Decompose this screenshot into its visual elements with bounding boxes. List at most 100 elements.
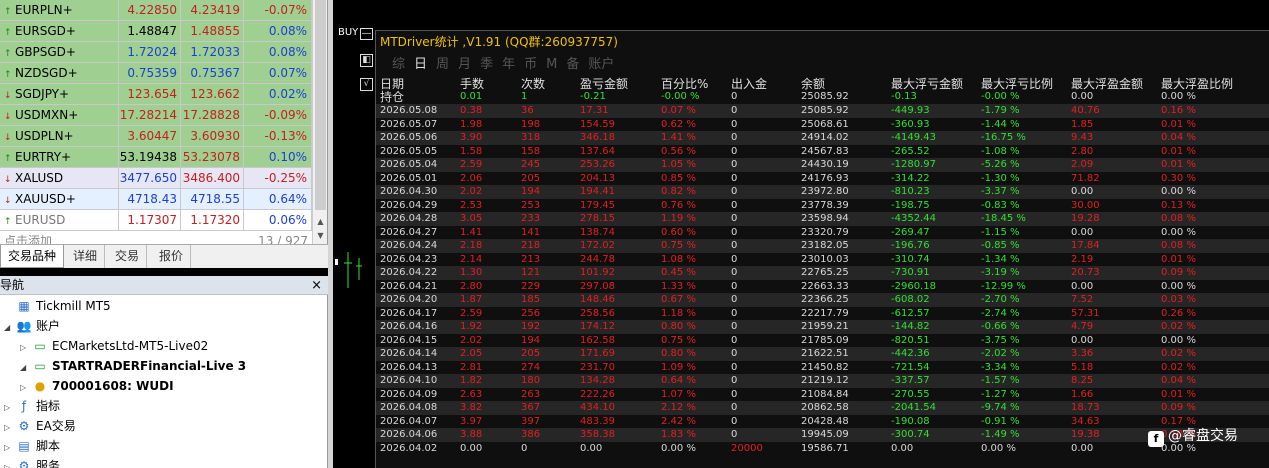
period-tab[interactable]: 月 — [458, 53, 471, 72]
table-cell: 0.02 % — [1161, 348, 1196, 359]
table-cell: 0.82 % — [661, 186, 696, 197]
table-cell: 231.70 — [580, 361, 615, 373]
table-cell: 263 — [521, 388, 541, 400]
buy-label[interactable]: BUY — [338, 27, 358, 38]
navigator-item[interactable]: ▷ ⚙ 服务 — [4, 456, 60, 468]
period-tab[interactable]: 账户 — [588, 53, 614, 72]
symbol-count: 13 / 927 — [258, 234, 308, 244]
close-icon[interactable]: × — [311, 276, 322, 295]
add-symbol-row[interactable]: 点击添加 13 / 927 — [0, 231, 312, 244]
tab-ticks[interactable]: 报价 — [152, 245, 192, 268]
table-cell: -1.30 % — [981, 172, 1020, 184]
table-cell: 0 — [731, 145, 738, 157]
table-cell: 1.05 % — [661, 159, 696, 170]
table-cell: 5.18 — [1071, 361, 1094, 373]
symbol-row[interactable]: ↓ USDMXN+ 17.28214 17.28828 -0.09% — [0, 105, 312, 126]
daily-change: -0.07% — [244, 0, 312, 21]
check-button[interactable]: √ — [360, 78, 373, 91]
table-cell: 138.74 — [580, 226, 615, 238]
toggle-panel-button[interactable]: ◧ — [360, 54, 373, 67]
navigator-item[interactable]: ◢ ▭ STARTRADERFinancial-Live 3 — [20, 356, 246, 376]
symbol-row[interactable]: ↓ XALUSD 3477.650 3486.400 -0.25% — [0, 168, 312, 189]
navigator-item[interactable]: ▷ ƒ 指标 — [4, 396, 60, 416]
table-cell: 0 — [731, 294, 738, 305]
period-tab[interactable]: 币 — [524, 53, 537, 72]
table-cell: 2026.04.28 — [380, 213, 438, 224]
table-cell: 19586.71 — [801, 442, 849, 454]
period-tab[interactable]: M — [546, 57, 557, 72]
scroll-down-arrow-icon[interactable]: ▼ — [315, 230, 326, 241]
table-cell: 0.00 % — [661, 442, 696, 454]
tab-trading[interactable]: 交易 — [108, 245, 148, 268]
navigator-item[interactable]: ▷ ● 700001608: WUDI — [20, 376, 174, 396]
scrollbar-thumb[interactable] — [315, 0, 326, 210]
scroll-up-arrow-icon[interactable]: ▲ — [315, 216, 326, 227]
symbol-row[interactable]: ↑ EURTRY+ 53.19438 53.23078 0.10% — [0, 147, 312, 168]
table-row: 2026.04.06 3.88 386 358.38 1.83 % 0 19945.09 -3… — [376, 428, 1269, 442]
expand-toggle-icon[interactable]: ▷ — [20, 378, 32, 398]
table-cell: 0.00 — [1071, 226, 1094, 238]
navigator-panel: 导航 × ▦ Tickmill MT5 ◢ 👥 账户 ▷ ▭ ECMarketsLtd-MT5… — [0, 276, 328, 468]
symbol-name: XALUSD — [15, 171, 64, 185]
table-cell: -0.00 % — [981, 91, 1020, 102]
table-cell: 2.02 — [460, 334, 483, 346]
table-cell: 2026.04.29 — [380, 199, 438, 211]
symbol-row[interactable]: ↓ USDPLN+ 3.60447 3.60930 -0.13% — [0, 126, 312, 147]
table-cell: 2026.04.08 — [380, 402, 438, 413]
navigator-item[interactable]: ▷ ▤ 脚本 — [4, 436, 60, 456]
expand-toggle-icon[interactable]: ▷ — [4, 438, 16, 458]
table-cell: -269.47 — [891, 226, 930, 238]
bid-price: 17.28214 — [119, 105, 181, 126]
symbol-row[interactable]: ↑ EURPLN+ 4.22850 4.23419 -0.07% — [0, 0, 312, 21]
navigator-item[interactable]: ▷ ▭ ECMarketsLtd-MT5-Live02 — [20, 336, 208, 356]
table-cell: 0.56 % — [661, 145, 696, 157]
table-cell: 0.08 % — [1161, 213, 1196, 224]
expand-toggle-icon[interactable]: ▷ — [20, 338, 32, 358]
navigator-item[interactable]: ◢ 👥 账户 — [4, 316, 60, 336]
expand-toggle-icon[interactable]: ▷ — [4, 398, 16, 418]
table-cell: 2026.05.07 — [380, 118, 438, 130]
table-cell: 7.52 — [1071, 294, 1094, 305]
symbol-row[interactable]: ↑ EURUSD 1.17307 1.17320 0.06% — [0, 210, 312, 231]
expand-toggle-icon[interactable]: ▷ — [4, 418, 16, 438]
arrow-down-icon: ↓ — [4, 196, 12, 206]
table-row: 2026.04.21 2.80 229 297.08 1.33 % 0 22663.33 -2… — [376, 280, 1269, 294]
period-tab[interactable]: 季 — [480, 53, 493, 72]
expert-icon: ⚙ — [18, 419, 30, 433]
period-tab[interactable]: 年 — [502, 53, 515, 72]
table-cell: 2.18 — [460, 240, 483, 251]
table-cell: 1.82 — [460, 375, 483, 386]
expand-toggle-icon[interactable]: ◢ — [4, 318, 16, 338]
symbol-row[interactable]: ↓ XAUUSD+ 4718.43 4718.55 0.64% — [0, 189, 312, 210]
tab-details[interactable]: 详细 — [66, 245, 106, 268]
table-cell: 2.09 — [1071, 159, 1094, 170]
table-cell: 1 — [521, 91, 528, 102]
tab-symbols[interactable]: 交易品种 — [0, 245, 65, 268]
symbol-row[interactable]: ↑ GBPSGD+ 1.72024 1.72033 0.08% — [0, 42, 312, 63]
broker-icon: ▦ — [18, 299, 30, 313]
table-cell: 0.04 % — [1161, 375, 1196, 386]
symbol-row[interactable]: ↑ NZDSGD+ 0.75359 0.75367 0.07% — [0, 63, 312, 84]
expand-toggle-icon[interactable]: ◢ — [20, 358, 32, 378]
stats-table-header: 日期 手数 次数 盈亏金额 百分比% 出入金 余额 最大浮亏金额 最大浮亏比例 最大浮盈金额 最大浮… — [376, 75, 1269, 91]
expand-toggle-icon[interactable]: ▷ — [4, 458, 16, 468]
table-cell: -16.75 % — [981, 132, 1026, 143]
market-watch-scrollbar[interactable]: ▲ ▼ — [312, 0, 327, 244]
symbol-row[interactable]: ↑ EURSGD+ 1.48847 1.48855 0.08% — [0, 21, 312, 42]
table-row: 2026.05.01 2.06 205 204.13 0.85 % 0 24176.93 -3… — [376, 172, 1269, 186]
table-cell: 2026.04.17 — [380, 307, 438, 319]
period-tab[interactable]: 综 — [392, 53, 405, 72]
symbol-row[interactable]: ↓ SGDJPY+ 123.654 123.662 0.02% — [0, 84, 312, 105]
table-cell: 0.00 — [1071, 442, 1094, 454]
table-cell: 0.80 % — [661, 321, 696, 332]
table-cell: 0.00 % — [1161, 280, 1196, 292]
minimize-button[interactable]: — — [360, 28, 373, 40]
table-cell: 194 — [521, 186, 541, 197]
period-tab[interactable]: 周 — [436, 53, 449, 72]
period-tab[interactable]: 备 — [566, 53, 579, 72]
daily-change: 0.08% — [244, 42, 312, 63]
navigator-item[interactable]: ▷ ⚙ EA交易 — [4, 416, 76, 436]
navigator-item[interactable]: ▦ Tickmill MT5 — [4, 296, 110, 316]
period-tab[interactable]: 日 — [414, 53, 427, 72]
navigator-item-label: 指标 — [36, 399, 61, 413]
